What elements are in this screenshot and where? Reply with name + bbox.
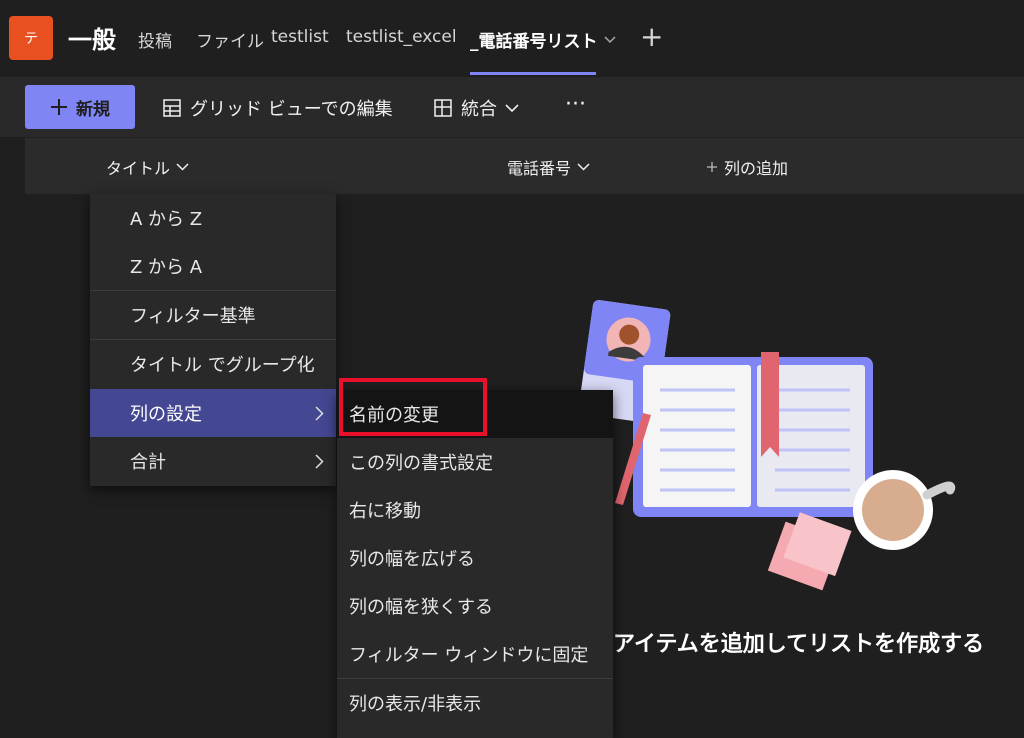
tab-posts[interactable]: 投稿 (138, 27, 172, 52)
submenu-narrow-column[interactable]: 列の幅を狭くする (337, 582, 613, 630)
tab-files[interactable]: ファイル (196, 27, 264, 52)
menu-column-settings[interactable]: 列の設定 (90, 389, 336, 437)
empty-list-illustration (578, 300, 956, 591)
add-tab-plus-icon: + (640, 20, 664, 53)
menu-filter-by[interactable]: フィルター基準 (90, 291, 336, 339)
submenu-move-right-label: 右に移動 (349, 501, 421, 522)
grid-icon (163, 99, 181, 117)
new-item-button[interactable]: 新規 (25, 85, 135, 129)
tab-testlist-excel[interactable]: testlist_excel (346, 27, 457, 47)
integrate-label: 統合 (461, 99, 497, 120)
tab-phone-list-label: _電話番号リスト (470, 32, 598, 52)
team-avatar-initial: テ (24, 31, 38, 47)
submenu-pin-to-filter-pane-label: フィルター ウィンドウに固定 (349, 645, 589, 666)
column-dropdown-menu: A から Z Z から A フィルター基準 タイトル でグループ化 列の設定 合… (90, 194, 336, 486)
plus-icon (51, 99, 67, 115)
menu-totals[interactable]: 合計 (90, 437, 336, 485)
chevron-down-icon (603, 35, 616, 43)
new-item-label: 新規 (76, 99, 110, 120)
menu-column-settings-label: 列の設定 (130, 404, 202, 425)
menu-filter-by-label: フィルター基準 (130, 306, 256, 327)
submenu-narrow-column-label: 列の幅を狭くする (349, 597, 493, 618)
submenu-show-hide-columns[interactable]: 列の表示/非表示 (337, 679, 613, 727)
add-column-label: 列の追加 (724, 159, 789, 178)
menu-sort-z-to-a[interactable]: Z から A (90, 242, 336, 290)
column-phone-label: 電話番号 (507, 159, 572, 178)
active-tab-indicator (470, 72, 596, 75)
chevron-down-icon (505, 103, 519, 112)
menu-sort-a-to-z[interactable]: A から Z (90, 194, 336, 242)
more-icon: ··· (565, 92, 586, 117)
tab-testlist[interactable]: testlist (271, 27, 329, 47)
tab-phone-list[interactable]: _電話番号リスト (470, 27, 616, 52)
chevron-down-icon (176, 163, 189, 171)
grid-edit-label: グリッド ビューでの編集 (190, 99, 393, 120)
menu-sort-a-to-z-label: A から Z (130, 209, 203, 230)
submenu-format-column[interactable]: この列の書式設定 (337, 438, 613, 486)
menu-group-by-title-label: タイトル でグループ化 (130, 355, 315, 376)
channel-name: 一般 (68, 26, 116, 54)
chevron-down-icon (577, 163, 590, 171)
empty-state-message: アイテムを追加してリストを作成する (613, 632, 985, 657)
column-settings-submenu: 名前の変更 この列の書式設定 右に移動 列の幅を広げる 列の幅を狭くする フィル… (337, 390, 613, 738)
integrate-button[interactable]: 統合 (433, 95, 519, 121)
add-tab-button[interactable]: + (640, 20, 663, 53)
submenu-widen-column[interactable]: 列の幅を広げる (337, 534, 613, 582)
chevron-right-icon (315, 453, 324, 469)
menu-sort-z-to-a-label: Z から A (130, 257, 203, 278)
highlight-annotation-box (339, 378, 487, 436)
submenu-widen-column-label: 列の幅を広げる (349, 549, 475, 570)
column-header-phone[interactable]: 電話番号 (507, 155, 590, 179)
chevron-right-icon (315, 405, 324, 421)
plus-icon (707, 162, 717, 172)
menu-totals-label: 合計 (130, 452, 166, 473)
column-header-title[interactable]: タイトル (106, 155, 189, 179)
submenu-move-right[interactable]: 右に移動 (337, 486, 613, 534)
submenu-format-column-label: この列の書式設定 (349, 453, 493, 474)
add-column-button[interactable]: 列の追加 (706, 155, 788, 179)
column-title-label: タイトル (106, 159, 171, 178)
submenu-pin-to-filter-pane[interactable]: フィルター ウィンドウに固定 (337, 630, 613, 678)
grid-edit-button[interactable]: グリッド ビューでの編集 (162, 95, 393, 121)
team-avatar[interactable]: テ (9, 16, 53, 60)
submenu-show-hide-columns-label: 列の表示/非表示 (349, 694, 482, 715)
menu-group-by-title[interactable]: タイトル でグループ化 (90, 340, 336, 388)
integrate-icon (434, 99, 452, 117)
more-options-button[interactable]: ··· (565, 92, 586, 117)
